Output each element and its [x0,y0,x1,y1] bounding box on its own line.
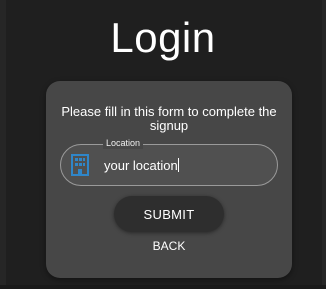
signup-card: Please fill in this form to complete the… [46,81,292,278]
location-field-label: Location [103,137,144,149]
location-field[interactable]: Location [60,137,278,186]
window-frame-bottom [0,285,326,289]
building-icon [69,153,91,177]
location-input[interactable] [104,154,264,176]
submit-button[interactable]: SUBMIT [114,196,224,232]
form-intro-text: Please fill in this form to complete the… [61,104,277,133]
text-caret [178,158,179,172]
back-link[interactable]: BACK [114,238,224,254]
page-title: Login [110,14,216,61]
